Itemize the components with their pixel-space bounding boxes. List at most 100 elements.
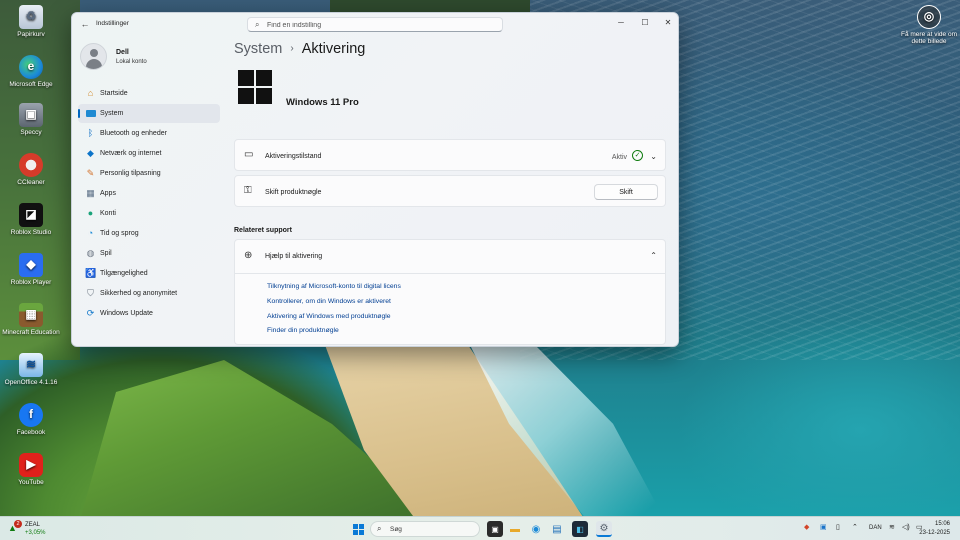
chevron-down-icon[interactable]: ⌄ — [650, 152, 657, 161]
desktop-icon-edge[interactable]: e Microsoft Edge — [0, 55, 62, 88]
desktop-icon-minecraft[interactable]: ▦ Minecraft Education — [0, 303, 62, 336]
title-bar[interactable]: ← Indstillinger ⌕ ─ ☐ ✕ — [72, 13, 678, 35]
globe-clock-icon: ◔ — [87, 228, 94, 238]
sidebar-item-accessibility[interactable]: ♿ Tilgængelighed — [78, 264, 220, 283]
camera-icon: ◎ — [917, 5, 941, 29]
settings-taskbar-icon[interactable]: ⚙ — [596, 521, 612, 537]
learn-more-line2: dette billede — [911, 38, 947, 46]
search-icon: ⌕ — [255, 20, 260, 29]
activation-state-card[interactable]: ▭ Aktiveringstilstand Aktiv ✓ ⌄ — [234, 139, 666, 171]
desktop-icon-label: Papirkurv — [17, 31, 45, 38]
windows-start-icon — [352, 523, 364, 535]
page-title: Aktivering — [301, 41, 366, 57]
home-icon: ⌂ — [87, 88, 94, 98]
wifi-icon[interactable]: ≋ — [889, 523, 895, 531]
key-icon: ⚿ — [244, 185, 252, 196]
sidebar-item-home[interactable]: ⌂ Startside — [78, 84, 220, 103]
stock-widget[interactable]: ▲ 2 ZEAL +3,05% — [8, 520, 68, 538]
windows-edition: Windows 11 Pro — [286, 97, 359, 108]
tray-app-icon[interactable]: ▣ — [820, 523, 827, 531]
globe-icon: ⊕ — [244, 250, 253, 261]
support-link[interactable]: Kontrollerer, om din Windows er aktivere… — [267, 298, 391, 305]
search-input[interactable] — [267, 20, 487, 30]
related-support-card: ⊕ Hjælp til aktivering ⌃ Tilknytning af … — [234, 239, 666, 345]
tray-phone-icon[interactable]: ▯ — [836, 523, 840, 531]
desktop-icon-speccy[interactable]: ▣ Speccy — [0, 103, 62, 136]
logo-tile — [238, 88, 254, 104]
activation-state-label: Aktiveringstilstand — [265, 153, 322, 160]
tray-app-icon[interactable]: ◆ — [804, 523, 809, 531]
sidebar-item-label: Konti — [100, 210, 116, 217]
sidebar-item-label: Personlig tilpasning — [100, 170, 161, 177]
speccy-icon: ▣ — [19, 103, 43, 127]
update-icon: ⟳ — [86, 308, 95, 318]
clock-date: 23-12-2025 — [919, 529, 950, 536]
language-indicator[interactable]: DAN — [869, 525, 882, 531]
desktop-icon-label: CCleaner — [17, 179, 45, 186]
support-link[interactable]: Aktivering af Windows med produktnøgle — [267, 313, 391, 320]
clock[interactable]: 15:06 23-12-2025 — [919, 520, 950, 537]
edge-icon: e — [19, 55, 43, 79]
apps-icon: ▦ — [86, 188, 95, 198]
desktop-icon-youtube[interactable]: ▶ YouTube — [0, 453, 62, 486]
sidebar-nav: ⌂ Startside System ᛒ Bluetooth og enhede… — [78, 84, 220, 324]
desktop-icon-label: Facebook — [16, 429, 46, 436]
display-icon — [85, 108, 96, 119]
app-taskbar-icon[interactable]: ◧ — [572, 521, 588, 537]
related-support-heading: Relateret support — [234, 227, 292, 234]
change-product-key-button[interactable]: Skift — [594, 184, 658, 200]
back-button[interactable]: ← — [78, 17, 92, 31]
sidebar-item-network[interactable]: ◆ Netværk og internet — [78, 144, 220, 163]
support-link[interactable]: Finder din produktnøgle — [267, 327, 339, 334]
minimize-button[interactable]: ─ — [610, 15, 632, 29]
start-button[interactable] — [350, 521, 366, 537]
notification-badge: 2 — [14, 520, 22, 528]
desktop-icon-openoffice[interactable]: ≋ OpenOffice 4.1.16 — [0, 353, 62, 386]
sidebar-item-privacy[interactable]: ⛉ Sikkerhed og anonymitet — [78, 284, 220, 303]
volume-icon[interactable]: ◁) — [902, 523, 910, 531]
desktop-icon-facebook[interactable]: f Facebook — [0, 403, 62, 436]
sidebar-item-label: Tid og sprog — [100, 230, 139, 237]
sidebar-item-windows-update[interactable]: ⟳ Windows Update — [78, 304, 220, 323]
logo-tile — [238, 70, 254, 86]
taskbar-search-label: Søg — [390, 526, 402, 533]
sidebar-item-accounts[interactable]: ● Konti — [78, 204, 220, 223]
file-explorer-icon[interactable]: ▬ — [507, 521, 523, 537]
chevron-up-icon[interactable]: ⌃ — [852, 523, 858, 531]
activation-icon: ▭ — [244, 149, 254, 160]
sidebar-item-apps[interactable]: ▦ Apps — [78, 184, 220, 203]
desktop-icon-learn-more[interactable]: ◎ Få mere at vide om dette billede — [898, 5, 960, 46]
help-activation-header[interactable]: ⊕ Hjælp til aktivering ⌃ — [235, 240, 665, 274]
desktop-icon-roblox-player[interactable]: ◆ Roblox Player — [0, 253, 62, 286]
store-icon[interactable]: ▤ — [549, 521, 565, 537]
maximize-button[interactable]: ☐ — [634, 15, 656, 29]
sidebar-item-time-language[interactable]: ◔ Tid og sprog — [78, 224, 220, 243]
desktop-icon-label: Roblox Studio — [10, 229, 52, 236]
sidebar-item-label: Spil — [100, 250, 112, 257]
edge-taskbar-icon[interactable]: ◉ — [528, 521, 544, 537]
desktop-icon-label: Minecraft Education — [2, 329, 60, 336]
sidebar-item-label: Sikkerhed og anonymitet — [100, 290, 178, 297]
windows-logo-icon — [238, 70, 272, 104]
chevron-up-icon[interactable]: ⌃ — [650, 251, 657, 260]
sidebar-item-bluetooth[interactable]: ᛒ Bluetooth og enheder — [78, 124, 220, 143]
shield-icon: ⛉ — [87, 288, 94, 298]
accessibility-icon: ♿ — [85, 268, 97, 278]
desktop-icon-ccleaner[interactable]: CCleaner — [0, 153, 62, 186]
user-profile[interactable]: Dell Lokal konto — [80, 43, 220, 73]
settings-search-box[interactable]: ⌕ — [247, 17, 503, 32]
sidebar-item-gaming[interactable]: ◍ Spil — [78, 244, 220, 263]
desktop-icon-roblox-studio[interactable]: ◪ Roblox Studio — [0, 203, 62, 236]
taskbar-search[interactable]: ⌕ Søg — [370, 521, 480, 537]
taskbar: ▲ 2 ZEAL +3,05% ⌕ Søg ▣ ▬ ◉ ▤ ◧ ✦ ⚙ ◆ ▣ … — [0, 516, 960, 540]
breadcrumb-parent[interactable]: System — [234, 41, 282, 57]
close-button[interactable]: ✕ — [657, 15, 678, 29]
support-link[interactable]: Tilknytning af Microsoft-konto til digit… — [267, 283, 401, 290]
sidebar-item-system[interactable]: System — [78, 104, 220, 123]
desktop-icon-label: OpenOffice 4.1.16 — [4, 379, 58, 386]
sidebar-item-personalization[interactable]: ✎ Personlig tilpasning — [78, 164, 220, 183]
task-view-icon[interactable]: ▣ — [487, 521, 503, 537]
desktop-icon-recycle-bin[interactable]: ♻ Papirkurv — [0, 5, 62, 38]
roblox-studio-icon: ◪ — [19, 203, 43, 227]
settings-window: ← Indstillinger ⌕ ─ ☐ ✕ Dell Lokal konto… — [71, 12, 679, 347]
